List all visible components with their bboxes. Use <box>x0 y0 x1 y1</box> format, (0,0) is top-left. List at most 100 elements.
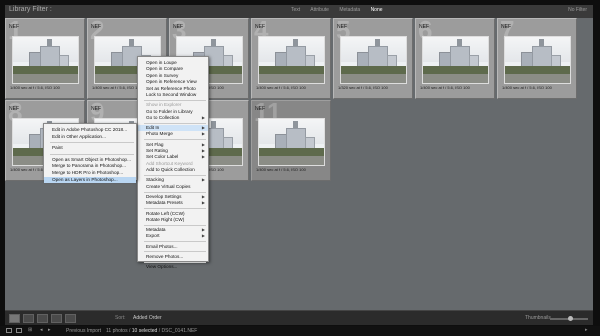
file-format-label: NEF <box>501 24 511 30</box>
menu-item-label: Lock to Second Window <box>146 91 197 97</box>
menu-item-label: Develop Settings <box>146 193 182 199</box>
menu-separator <box>144 99 206 101</box>
library-filter-title: Library Filter : <box>9 6 52 13</box>
submenu-item-open-as-smart-object-in-photoshop[interactable]: Open as Smart Object in Photoshop... <box>44 157 136 164</box>
count-selected: 10 selected <box>131 328 158 334</box>
photo-count: 11 photos / 10 selected / DSC_0141.NEF <box>106 328 197 334</box>
menu-item-go-to-collection[interactable]: Go to Collection ▶ <box>138 115 208 121</box>
menu-separator <box>50 142 134 144</box>
menu-item-label: Open in Survey <box>146 72 179 78</box>
submenu-item-merge-to-panorama-in-photoshop[interactable]: Merge to Panorama in Photoshop... <box>44 163 136 170</box>
menu-item-photo-merge[interactable]: Photo Merge ▶ <box>138 131 208 137</box>
submenu-item-edit-in-adobe-photoshop-cc-2018[interactable]: Edit in Adobe Photoshop CC 2018... <box>44 127 136 134</box>
menu-separator <box>50 153 134 155</box>
compare-view-button[interactable] <box>37 314 48 323</box>
menu-item-label: Open in Compare <box>146 66 183 72</box>
submenu-arrow-icon: ▶ <box>201 131 205 137</box>
grid-cell[interactable]: 6 NEF 1/400 sec at f / 5.6, ISO 100 <box>415 17 495 99</box>
count-prefix: 11 photos / <box>106 328 132 334</box>
file-format-label: NEF <box>9 106 19 112</box>
menu-separator <box>144 224 206 226</box>
menu-separator <box>144 174 206 176</box>
menu-item-label: Export <box>146 233 160 239</box>
grid-cell[interactable]: 4 NEF 1/400 sec at f / 5.6, ISO 100 <box>251 17 331 99</box>
menu-item-add-to-quick-collection[interactable]: Add to Quick Collection <box>138 167 208 173</box>
file-format-label: NEF <box>419 24 429 30</box>
filmstrip-source[interactable]: Previous Import <box>66 328 101 334</box>
filter-tab-metadata[interactable]: Metadata <box>339 7 360 13</box>
menu-item-label: Set Color Label <box>146 154 179 160</box>
menu-item-metadata-presets[interactable]: Metadata Presets ▶ <box>138 200 208 206</box>
secondary-display-icon[interactable] <box>6 328 12 333</box>
forward-arrow-icon[interactable]: ▸ <box>48 327 54 333</box>
submenu-arrow-icon: ▶ <box>201 200 205 206</box>
menu-item-email-photos[interactable]: Email Photos... <box>138 244 208 250</box>
menu-item-export[interactable]: Export ▶ <box>138 233 208 239</box>
menu-item-view-options[interactable]: View Options... <box>138 264 208 270</box>
submenu-item-open-as-layers-in-photoshop[interactable]: Open as Layers in Photoshop... <box>44 176 136 184</box>
menu-separator <box>144 139 206 141</box>
submenu-item-paint[interactable]: Paint <box>44 145 136 152</box>
submenu-item-edit-in-other-application[interactable]: Edit in Other Application... <box>44 134 136 141</box>
grid-cell[interactable]: 5 NEF 1/320 sec at f / 5.6, ISO 100 <box>333 17 413 99</box>
menu-item-label: Rotate Left (CCW) <box>146 210 185 216</box>
grid-icon[interactable]: ⊞ <box>28 327 34 333</box>
menu-item-label: Add Shortcut Keyword <box>146 160 193 166</box>
sort-label: Sort: <box>115 315 126 321</box>
filter-preset-dropdown[interactable]: No Filter <box>568 7 587 13</box>
loupe-view-button[interactable] <box>23 314 34 323</box>
photo-thumbnail[interactable] <box>422 36 489 84</box>
menu-item-label: Email Photos... <box>146 243 178 249</box>
photo-thumbnail[interactable] <box>340 36 407 84</box>
file-format-label: NEF <box>9 24 19 30</box>
filter-tab-attribute[interactable]: Attribute <box>310 7 329 13</box>
grid-cell[interactable]: 1 NEF 1/400 sec at f / 5.6, ISO 100 <box>5 17 85 99</box>
sort-order-dropdown[interactable]: Added Order <box>133 315 162 321</box>
survey-view-button[interactable] <box>51 314 62 323</box>
exposure-info: 1/400 sec at f / 5.6, ISO 100 <box>92 85 142 90</box>
menu-separator <box>144 208 206 210</box>
filter-tab-none[interactable]: None <box>371 7 383 13</box>
file-format-label: NEF <box>255 24 265 30</box>
context-menu: Open in Loupe Open in Compare Open in Surv… <box>137 56 209 269</box>
exposure-info: 1/400 sec at f / 5.6, ISO 100 <box>256 85 306 90</box>
filmstrip-bar: ⊞ ◂ ▸ Previous Import 11 photos / 10 sel… <box>0 326 600 336</box>
photo-thumbnail[interactable] <box>12 36 79 84</box>
photo-thumbnail[interactable] <box>258 118 325 166</box>
exposure-info: 1/400 sec at f / 5.6, ISO 100 <box>420 85 470 90</box>
back-arrow-icon[interactable]: ◂ <box>40 327 46 333</box>
secondary-display-2-icon[interactable] <box>16 328 22 333</box>
thumbnail-size-slider[interactable] <box>550 316 588 321</box>
menu-separator <box>144 122 206 124</box>
filter-tabs: Text Attribute Metadata None <box>291 7 392 13</box>
menu-separator <box>144 191 206 193</box>
people-view-button[interactable] <box>65 314 76 323</box>
menu-item-label: Photo Merge <box>146 131 173 137</box>
menu-item-label: Rotate Right (CW) <box>146 216 185 222</box>
file-format-label: NEF <box>91 106 101 112</box>
menu-item-remove-photos[interactable]: Remove Photos... <box>138 254 208 260</box>
slider-knob[interactable] <box>568 316 574 321</box>
menu-item-label: Metadata Presets <box>146 200 183 206</box>
menu-item-create-virtual-copies[interactable]: Create Virtual Copies <box>138 184 208 190</box>
menu-item-label: Edit In <box>146 125 160 131</box>
menu-item-label: Go to Folder in Library <box>146 108 193 114</box>
filmstrip-toggle-icon[interactable]: ▸ <box>585 327 588 333</box>
photo-thumbnail[interactable] <box>504 36 571 84</box>
menu-item-label: Metadata <box>146 227 166 233</box>
submenu-item-merge-to-hdr-pro-in-photoshop[interactable]: Merge to HDR Pro in Photoshop... <box>44 170 136 177</box>
menu-separator <box>144 251 206 253</box>
grid-view-button[interactable] <box>9 314 20 323</box>
menu-item-rotate-right-cw[interactable]: Rotate Right (CW) <box>138 217 208 223</box>
exposure-info: 1/320 sec at f / 5.6, ISO 100 <box>338 85 388 90</box>
grid-cell[interactable]: 11 NEF 1/400 sec at f / 5.6, ISO 100 <box>251 99 331 181</box>
menu-item-label: Create Virtual Copies <box>146 183 191 189</box>
menu-item-label: Remove Photos... <box>146 253 184 259</box>
menu-item-lock-to-second-window[interactable]: Lock to Second Window <box>138 92 208 98</box>
submenu-arrow-icon: ▶ <box>201 114 205 120</box>
filter-tab-text[interactable]: Text <box>291 7 300 13</box>
photo-thumbnail[interactable] <box>258 36 325 84</box>
submenu-arrow-icon: ▶ <box>201 233 205 239</box>
exposure-info: 1/400 sec at f / 5.6, ISO 100 <box>256 167 306 172</box>
grid-cell[interactable]: 7 NEF 1/400 sec at f / 5.6, ISO 100 <box>497 17 577 99</box>
